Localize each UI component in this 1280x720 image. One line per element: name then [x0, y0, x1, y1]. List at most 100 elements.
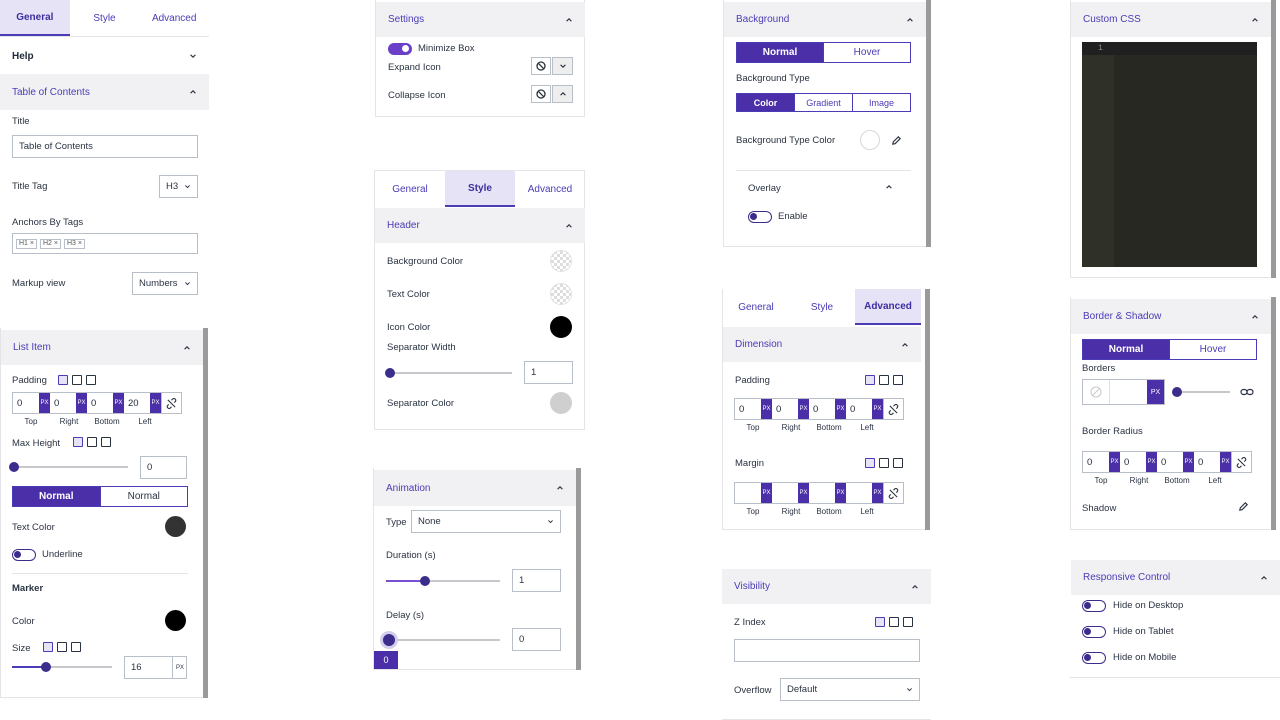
separator-color-swatch[interactable]	[550, 392, 572, 414]
scrollbar[interactable]	[576, 468, 581, 670]
anchor-tag-chip[interactable]: H2 ×	[40, 238, 61, 249]
z-index-input[interactable]	[734, 639, 920, 662]
mobile-icon[interactable]	[71, 642, 81, 652]
tablet-icon[interactable]	[72, 375, 82, 385]
device-switcher[interactable]	[73, 437, 111, 447]
device-switcher[interactable]	[865, 375, 903, 385]
tablet-icon[interactable]	[87, 437, 97, 447]
tablet-icon[interactable]	[879, 375, 889, 385]
device-switcher[interactable]	[58, 375, 96, 385]
title-tag-select[interactable]: H3	[159, 175, 198, 198]
padding-left-input[interactable]: 20	[124, 393, 150, 413]
border-width-slider[interactable]	[1172, 387, 1230, 397]
unit-badge[interactable]: PX	[1109, 452, 1120, 472]
header-section-header[interactable]: Header	[375, 208, 585, 243]
device-switcher[interactable]	[875, 617, 913, 627]
tab-advanced[interactable]: Advanced	[515, 171, 585, 207]
padding-left-input[interactable]: 0	[846, 399, 872, 419]
pencil-icon[interactable]	[1238, 501, 1249, 512]
unit-badge[interactable]: PX	[761, 399, 772, 419]
unit-badge[interactable]: PX	[761, 483, 772, 503]
icon-color-swatch[interactable]	[550, 316, 572, 338]
unit-badge[interactable]: PX	[1146, 452, 1157, 472]
tab-general[interactable]: General	[375, 171, 445, 207]
delay-slider[interactable]	[383, 634, 500, 646]
desktop-icon[interactable]	[865, 375, 875, 385]
desktop-icon[interactable]	[58, 375, 68, 385]
scrollbar[interactable]	[1271, 0, 1276, 278]
border-shadow-section-header[interactable]: Border & Shadow	[1071, 299, 1271, 334]
anchor-tag-chip[interactable]: H1 ×	[16, 238, 37, 249]
text-color-swatch[interactable]	[165, 516, 186, 537]
background-color-swatch[interactable]	[550, 250, 572, 272]
unit-badge[interactable]: PX	[1183, 452, 1194, 472]
collapse-icon-picker[interactable]	[552, 85, 573, 103]
tablet-icon[interactable]	[57, 642, 67, 652]
radius-top-input[interactable]: 0	[1083, 452, 1109, 472]
tab-style[interactable]: Style	[70, 0, 140, 36]
radius-left-input[interactable]: 0	[1194, 452, 1220, 472]
slider-handle[interactable]	[385, 368, 395, 378]
background-section-header[interactable]: Background	[724, 2, 926, 37]
tab-style[interactable]: Style	[789, 289, 855, 325]
text-color-swatch[interactable]	[550, 283, 572, 305]
expand-icon-none-button[interactable]	[531, 57, 551, 75]
marker-color-swatch[interactable]	[165, 610, 186, 631]
minimize-box-toggle[interactable]	[388, 43, 412, 55]
marker-size-input[interactable]: 16 PX	[124, 656, 187, 679]
scrollbar[interactable]	[925, 289, 930, 530]
state-tab-normal[interactable]: Normal	[13, 487, 100, 506]
bg-type-color[interactable]: Color	[737, 94, 794, 111]
expand-icon-picker[interactable]	[552, 57, 573, 75]
scrollbar[interactable]	[203, 328, 208, 698]
visibility-section-header[interactable]: Visibility	[722, 569, 931, 604]
unit-badge[interactable]: PX	[76, 393, 87, 413]
state-tab-normal[interactable]: Normal	[1083, 340, 1169, 359]
tab-advanced[interactable]: Advanced	[855, 289, 921, 325]
tab-advanced[interactable]: Advanced	[139, 0, 209, 36]
unit-badge[interactable]: PX	[1220, 452, 1231, 472]
settings-section-header[interactable]: Settings	[376, 2, 585, 37]
desktop-icon[interactable]	[73, 437, 83, 447]
unlink-icon[interactable]	[883, 399, 903, 419]
marker-size-slider[interactable]	[12, 662, 112, 672]
duration-slider[interactable]	[386, 576, 500, 586]
list-item-section-header[interactable]: List Item	[1, 330, 203, 365]
unit-badge[interactable]: PX	[835, 483, 846, 503]
unit-badge[interactable]: PX	[1147, 380, 1164, 404]
chevron-up-icon[interactable]	[885, 183, 893, 191]
bg-type-image[interactable]: Image	[852, 94, 910, 111]
padding-bottom-input[interactable]: 0	[809, 399, 835, 419]
max-height-input[interactable]: 0	[140, 456, 187, 479]
unit-badge[interactable]: PX	[798, 399, 809, 419]
padding-right-input[interactable]: 0	[50, 393, 76, 413]
overflow-select[interactable]: Default	[780, 678, 920, 701]
state-tab-normal[interactable]: Normal	[737, 43, 823, 62]
unit-badge[interactable]: PX	[872, 399, 883, 419]
toc-section-header[interactable]: Table of Contents	[0, 74, 209, 110]
state-tab-normal-2[interactable]: Normal	[99, 487, 188, 506]
unlink-icon[interactable]	[161, 393, 181, 413]
link-icon[interactable]	[1240, 386, 1254, 398]
separator-width-input[interactable]: 1	[524, 361, 573, 384]
hide-tablet-toggle[interactable]	[1082, 626, 1106, 638]
unit-badge[interactable]: PX	[150, 393, 161, 413]
desktop-icon[interactable]	[43, 642, 53, 652]
padding-top-input[interactable]: 0	[735, 399, 761, 419]
max-height-slider[interactable]	[9, 462, 128, 472]
scrollbar[interactable]	[1271, 297, 1276, 530]
help-section-header[interactable]: Help	[0, 38, 209, 74]
desktop-icon[interactable]	[875, 617, 885, 627]
slider-handle[interactable]	[1172, 387, 1182, 397]
hide-mobile-toggle[interactable]	[1082, 652, 1106, 664]
tab-general[interactable]: General	[0, 0, 70, 36]
desktop-icon[interactable]	[865, 458, 875, 468]
css-code-editor[interactable]: 1	[1082, 42, 1257, 267]
collapse-icon-none-button[interactable]	[531, 85, 551, 103]
animation-section-header[interactable]: Animation	[374, 470, 576, 506]
hide-desktop-toggle[interactable]	[1082, 600, 1106, 612]
bg-type-gradient[interactable]: Gradient	[794, 94, 852, 111]
tab-style[interactable]: Style	[445, 171, 515, 207]
pencil-icon[interactable]	[891, 135, 902, 146]
slider-handle[interactable]	[41, 662, 51, 672]
